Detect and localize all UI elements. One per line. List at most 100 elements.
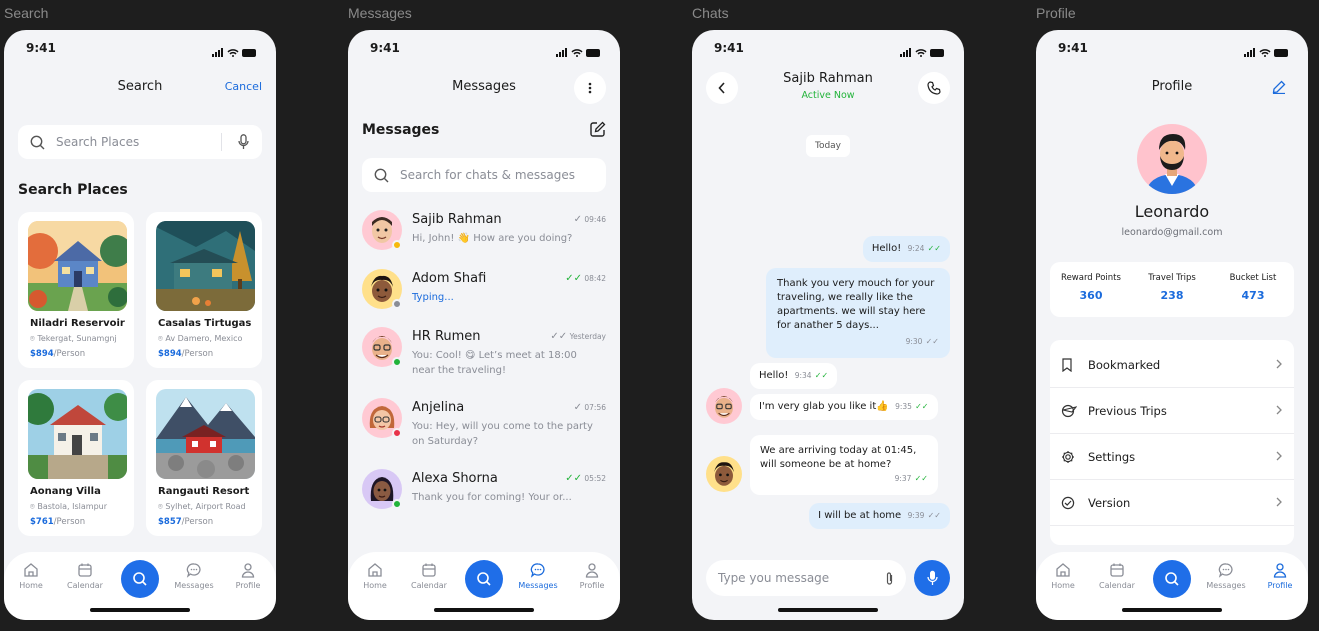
home-indicator (778, 608, 878, 612)
search-fab-button[interactable] (465, 560, 503, 598)
bookmark-icon (1062, 358, 1072, 372)
contact-name: Alexa Shorna (412, 471, 498, 486)
menu-item-previous-trips[interactable]: Previous Trips (1050, 388, 1294, 434)
message-bubble-outgoing: I will be at home 9:39 ✓✓ (809, 503, 950, 529)
place-card[interactable]: Rangauti Resort ⌾ Sylhet, Airport Road $… (146, 380, 262, 536)
edit-icon[interactable] (1272, 80, 1286, 94)
version-icon (1061, 496, 1075, 510)
double-check-icon: ✓✓ (927, 244, 941, 253)
nav-messages[interactable]: Messages (1201, 562, 1251, 590)
calendar-icon (422, 563, 436, 577)
chat-icon (1218, 563, 1233, 578)
nav-profile[interactable]: Profile (567, 562, 617, 590)
status-icons (212, 43, 258, 62)
avatar (706, 456, 742, 492)
stat-reward-points: Reward Points 360 (1061, 273, 1121, 302)
nav-calendar[interactable]: Calendar (404, 562, 454, 590)
user-icon (241, 563, 255, 578)
message-time: ✓✓ 05:52 (565, 473, 606, 484)
avatar (362, 398, 402, 438)
conversation-item[interactable]: Adom Shafi Typing... ✓✓ 08:42 (362, 267, 606, 323)
avatar (362, 327, 402, 367)
search-input[interactable]: Search Places (18, 125, 262, 159)
paperclip-icon[interactable] (885, 571, 894, 586)
message-input[interactable]: Type you message (706, 560, 906, 596)
status-bar: 9:41 (4, 30, 276, 66)
cancel-button[interactable]: Cancel (225, 80, 262, 93)
profile-email: leonardo@gmail.com (1121, 227, 1223, 238)
place-card[interactable]: Aonang Villa ⌾ Bastola, Islampur $761/Pe… (18, 380, 134, 536)
search-icon (374, 168, 389, 183)
nav-home[interactable]: Home (350, 562, 400, 590)
place-name: Rangauti Resort (158, 486, 250, 497)
phone-icon (927, 81, 941, 95)
profile-name: Leonardo (1134, 202, 1210, 221)
stat-bucket-list: Bucket List 473 (1229, 273, 1277, 302)
message-bubble-incoming: Hello! 9:34 ✓✓ (750, 363, 838, 389)
voice-record-button[interactable] (914, 560, 950, 596)
place-price: $894/Person (158, 349, 214, 359)
double-check-icon: ✓✓ (925, 337, 939, 346)
message-preview: You: Hey, will you come to the party on … (412, 421, 593, 447)
status-dot-busy (392, 428, 402, 438)
nav-messages[interactable]: Messages (513, 562, 563, 590)
search-screen: 9:41 Search Cancel Search Places Search … (4, 30, 276, 620)
place-card[interactable]: Casalas Tirtugas ⌾ Av Damero, Mexico $89… (146, 212, 262, 368)
place-card[interactable]: Niladri Reservoir ⌾ Tekergat, Sunamgnj $… (18, 212, 134, 368)
status-time: 9:41 (26, 41, 56, 55)
more-options-button[interactable] (574, 72, 606, 104)
status-bar: 9:41 (1036, 30, 1308, 66)
message-preview: Thank you for coming! Your or... (412, 492, 572, 503)
microphone-icon (926, 570, 938, 585)
status-dot-away (392, 240, 402, 250)
place-name: Casalas Tirtugas (158, 318, 252, 329)
compose-icon[interactable] (589, 121, 606, 138)
message-bubble-incoming: I'm very glab you like it👍 9:35 ✓✓ (750, 394, 938, 420)
search-input[interactable]: Search for chats & messages (362, 158, 606, 192)
home-icon (24, 563, 38, 577)
nav-calendar[interactable]: Calendar (1092, 562, 1142, 590)
message-time: ✓ 09:46 (573, 214, 606, 225)
conversation-item[interactable]: Sajib Rahman Hi, John! 👋 How are you doi… (362, 208, 606, 264)
place-image (28, 389, 127, 479)
avatar (362, 469, 402, 509)
status-time: 9:41 (1058, 41, 1088, 55)
message-preview: You: Cool! 😋 Let’s meet at 18:00 near th… (412, 350, 577, 376)
conversation-item[interactable]: Alexa Shorna Thank you for coming! Your … (362, 467, 606, 523)
conversation-item[interactable]: Anjelina You: Hey, will you come to the … (362, 396, 606, 452)
place-name: Niladri Reservoir (30, 318, 125, 329)
double-check-icon: ✓✓ (914, 474, 928, 483)
microphone-icon[interactable] (238, 134, 249, 150)
nav-calendar[interactable]: Calendar (60, 562, 110, 590)
section-title: Search Places (18, 182, 128, 198)
double-check-icon: ✓✓ (565, 473, 582, 484)
place-location: ⌾ Bastola, Islampur (30, 502, 108, 511)
messages-screen: 9:41 Messages Messages Search for chats … (348, 30, 620, 620)
menu-item-bookmarked[interactable]: Bookmarked (1050, 342, 1294, 388)
message-bubble-outgoing: Thank you very mouch for your traveling,… (766, 268, 950, 358)
call-button[interactable] (918, 72, 950, 104)
search-fab-button[interactable] (1153, 560, 1191, 598)
avatar (362, 269, 402, 309)
search-icon (477, 572, 491, 586)
nav-messages[interactable]: Messages (169, 562, 219, 590)
date-chip: Today (806, 135, 850, 157)
nav-profile[interactable]: Profile (223, 562, 273, 590)
chat-icon (530, 563, 545, 578)
frame-label-profile: Profile (1036, 5, 1076, 21)
avatar (706, 388, 742, 424)
double-check-icon: ✓✓ (550, 331, 568, 342)
menu-item-settings[interactable]: Settings (1050, 434, 1294, 480)
search-fab-button[interactable] (121, 560, 159, 598)
nav-home[interactable]: Home (1038, 562, 1088, 590)
message-bubble-incoming: We are arriving today at 01:45, will som… (750, 435, 938, 495)
menu-item-version[interactable]: Version (1050, 480, 1294, 526)
place-image (156, 389, 255, 479)
nav-profile[interactable]: Profile (1255, 562, 1305, 590)
conversation-item[interactable]: HR Rumen You: Cool! 😋 Let’s meet at 18:0… (362, 325, 606, 381)
gear-icon (1062, 451, 1074, 463)
status-icons (556, 43, 602, 62)
status-dot-online (392, 357, 402, 367)
nav-home[interactable]: Home (6, 562, 56, 590)
message-time: ✓✓ 08:42 (565, 273, 606, 284)
